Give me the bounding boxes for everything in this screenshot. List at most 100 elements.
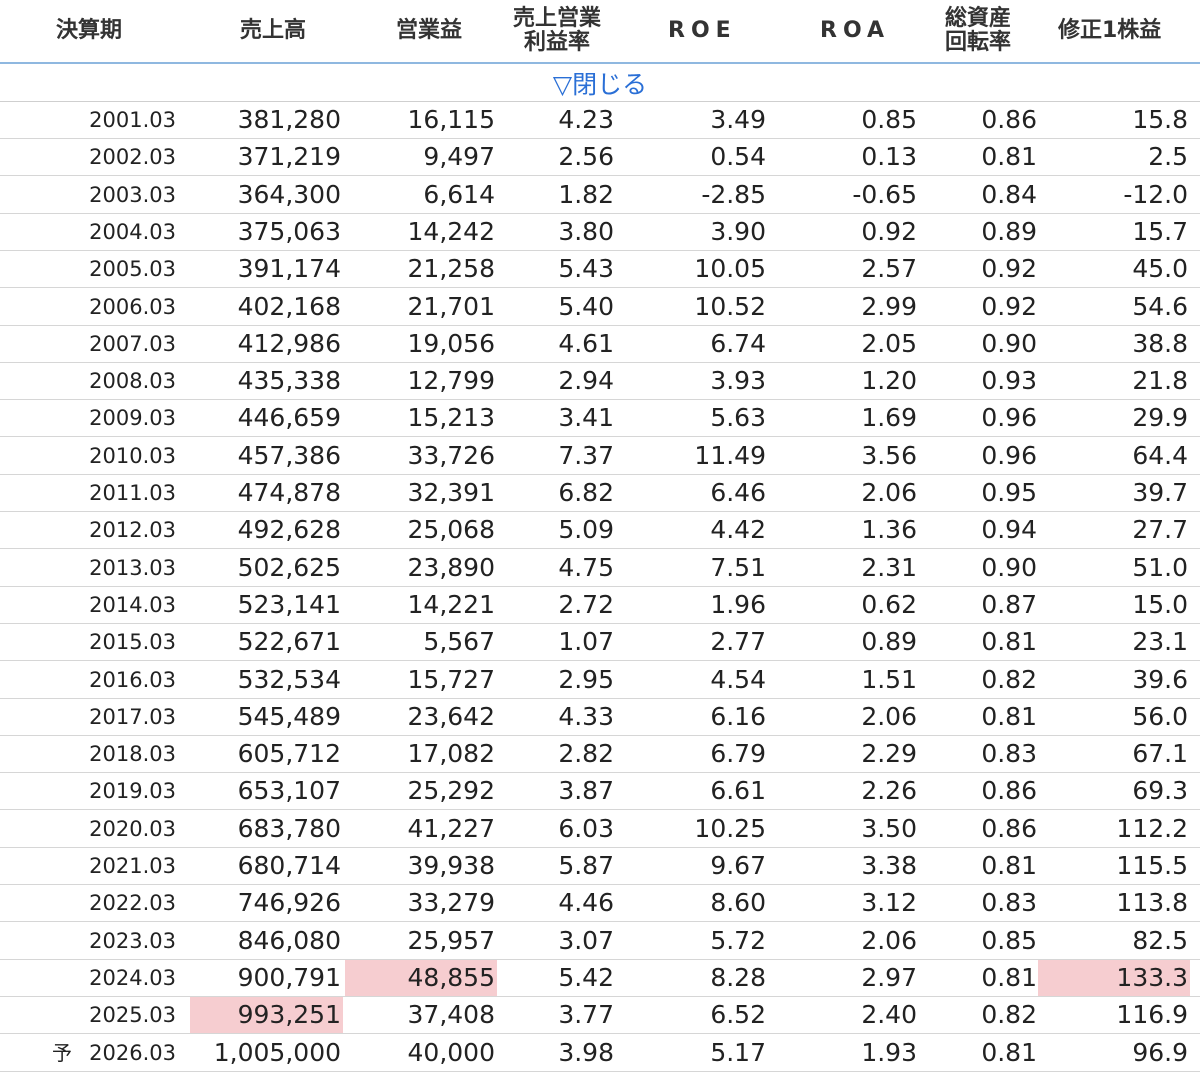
cell-sales: 746,926 xyxy=(237,888,341,918)
cell-eps: -12.0 xyxy=(1123,179,1188,209)
cell-period: 2004.03 xyxy=(89,219,176,244)
cell-roe: 6.79 xyxy=(710,739,766,769)
cell-turnover: 0.86 xyxy=(981,776,1037,806)
cell-turnover: 0.96 xyxy=(981,403,1037,433)
cell-turnover: 0.87 xyxy=(981,589,1037,619)
header-roa-label: ROA xyxy=(820,18,891,43)
cell-turnover: 0.81 xyxy=(981,701,1037,731)
cell-sales: 375,063 xyxy=(237,216,341,246)
cell-roa: 2.06 xyxy=(861,478,917,507)
cell-period: 2025.03 xyxy=(89,1003,176,1028)
cell-margin: 2.82 xyxy=(558,739,614,769)
cell-sales: 364,300 xyxy=(237,179,341,209)
header-turnover-line1: 総資産 xyxy=(944,6,1011,31)
cell-margin: 4.61 xyxy=(558,328,614,358)
cell-op: 32,391 xyxy=(407,478,495,507)
cell-op: 25,957 xyxy=(407,925,495,955)
cell-margin: 4.23 xyxy=(558,105,614,134)
cell-roa: -0.65 xyxy=(852,179,917,209)
cell-eps: 45.0 xyxy=(1132,254,1188,284)
cell-turnover: 0.94 xyxy=(981,515,1037,545)
table-row: 2011.03 474,878 32,391 6.82 6.46 2.06 0.95 39.7 xyxy=(0,475,1200,512)
cell-eps: 133.3 xyxy=(1038,959,1190,996)
cell-margin: 5.87 xyxy=(558,851,614,880)
cell-period: 2008.03 xyxy=(89,369,176,394)
table-row: 2017.03 545,489 23,642 4.33 6.16 2.06 0.81 56.0 xyxy=(0,699,1200,736)
table-row: 2008.03 435,338 12,799 2.94 3.93 1.20 0.93 21.8 xyxy=(0,363,1200,401)
cell-period: 2012.03 xyxy=(89,518,176,543)
table-row: 2004.03 375,063 14,242 3.80 3.90 0.92 0.89 15.7 xyxy=(0,214,1200,251)
cell-eps: 23.1 xyxy=(1132,627,1188,657)
cell-period: 2019.03 xyxy=(89,779,176,804)
cell-roa: 2.05 xyxy=(861,328,917,358)
cell-roa: 2.57 xyxy=(861,254,917,284)
header-period-label: 決算期 xyxy=(56,18,123,43)
cell-turnover: 0.95 xyxy=(981,478,1037,507)
collapse-toggle-link[interactable]: ▽閉じる xyxy=(553,65,647,101)
cell-period: 2016.03 xyxy=(89,667,176,692)
cell-roe: 10.52 xyxy=(694,291,766,321)
table-row: 2001.03 381,280 16,115 4.23 3.49 0.85 0.86 15.8 xyxy=(0,102,1200,139)
cell-roa: 0.85 xyxy=(861,105,917,134)
cell-period: 2007.03 xyxy=(89,331,176,356)
cell-period: 2001.03 xyxy=(89,108,176,132)
cell-roe: 6.74 xyxy=(710,328,766,358)
cell-op: 17,082 xyxy=(407,739,495,769)
cell-op: 25,292 xyxy=(407,776,495,806)
cell-margin: 3.07 xyxy=(558,925,614,955)
cell-period: 2005.03 xyxy=(89,257,176,282)
cell-roe: 5.72 xyxy=(710,925,766,955)
cell-op: 16,115 xyxy=(407,105,495,134)
cell-turnover: 0.82 xyxy=(981,1000,1037,1030)
cell-turnover: 0.83 xyxy=(981,888,1037,918)
header-sales-label: 売上高 xyxy=(240,18,307,43)
cell-eps: 96.9 xyxy=(1132,1037,1188,1067)
cell-turnover: 0.92 xyxy=(981,254,1037,284)
cell-eps: 21.8 xyxy=(1132,366,1188,396)
header-eps-label: 修正1株益 xyxy=(1058,18,1162,43)
cell-roa: 1.20 xyxy=(861,366,917,396)
cell-period: 2009.03 xyxy=(89,406,176,431)
header-op-margin-line2: 利益率 xyxy=(523,30,590,55)
cell-margin: 5.09 xyxy=(558,515,614,545)
cell-roa: 2.99 xyxy=(861,291,917,321)
cell-turnover: 0.89 xyxy=(981,216,1037,246)
cell-margin: 3.41 xyxy=(558,403,614,433)
header-roe-label: ROE xyxy=(668,18,737,43)
cell-sales: 371,219 xyxy=(237,142,341,172)
cell-sales: 492,628 xyxy=(237,515,341,545)
cell-roe: 10.05 xyxy=(694,254,766,284)
cell-sales: 474,878 xyxy=(237,478,341,507)
table-row: 2013.03 502,625 23,890 4.75 7.51 2.31 0.90 51.0 xyxy=(0,550,1200,587)
cell-turnover: 0.92 xyxy=(981,291,1037,321)
cell-margin: 2.56 xyxy=(558,142,614,172)
cell-eps: 69.3 xyxy=(1132,776,1188,806)
cell-sales: 446,659 xyxy=(237,403,341,433)
cell-roe: 1.96 xyxy=(710,589,766,619)
table-row: 2010.03 457,386 33,726 7.37 11.49 3.56 0.96 64.… xyxy=(0,438,1200,475)
cell-op: 37,408 xyxy=(407,1000,495,1030)
cell-sales: 653,107 xyxy=(237,776,341,806)
cell-sales: 502,625 xyxy=(237,552,341,582)
cell-roe: 0.54 xyxy=(710,142,766,172)
cell-op: 21,701 xyxy=(407,291,495,321)
cell-eps: 15.7 xyxy=(1132,216,1188,246)
cell-period: 2014.03 xyxy=(89,592,176,617)
cell-op: 14,242 xyxy=(407,216,495,246)
cell-margin: 3.98 xyxy=(558,1037,614,1067)
cell-eps: 113.8 xyxy=(1116,888,1188,918)
cell-turnover: 0.81 xyxy=(981,1037,1037,1067)
table-row: 2003.03 364,300 6,614 1.82 -2.85 -0.65 0.84 -12… xyxy=(0,177,1200,214)
cell-turnover: 0.82 xyxy=(981,664,1037,694)
table-row: 2021.03 680,714 39,938 5.87 9.67 3.38 0.81 115.… xyxy=(0,848,1200,885)
header-roe: ROE xyxy=(668,0,758,62)
cell-turnover: 0.83 xyxy=(981,739,1037,769)
cell-period: 2024.03 xyxy=(89,965,176,990)
table-row: 2016.03 532,534 15,727 2.95 4.54 1.51 0.82 39.6 xyxy=(0,662,1200,699)
cell-turnover: 0.85 xyxy=(981,925,1037,955)
cell-turnover: 0.93 xyxy=(981,366,1037,396)
cell-eps: 51.0 xyxy=(1132,552,1188,582)
cell-op: 40,000 xyxy=(407,1037,495,1067)
table-row: 2014.03 523,141 14,221 2.72 1.96 0.62 0.87 15.0 xyxy=(0,587,1200,624)
cell-margin: 2.94 xyxy=(558,366,614,396)
